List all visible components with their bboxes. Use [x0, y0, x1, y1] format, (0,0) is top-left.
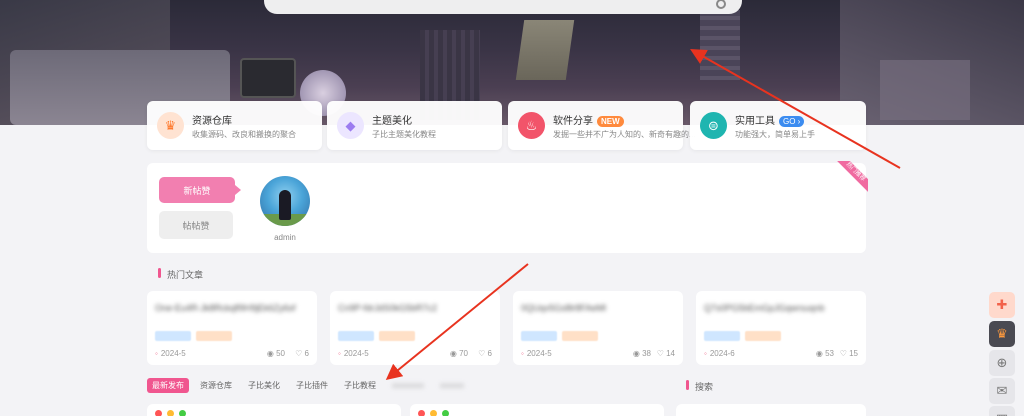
article-title[interactable]: 0QUqv5Gs8lr8FAeMl: [521, 303, 606, 313]
hero-decoration: [240, 58, 296, 98]
article-tag[interactable]: [562, 331, 598, 341]
post-card[interactable]: [410, 404, 664, 416]
gift-icon[interactable]: ✚: [989, 292, 1015, 318]
flame-icon: ♨: [518, 112, 545, 139]
tab-plugins[interactable]: 子比插件: [291, 378, 333, 393]
user-panel: 新帖赞 帖帖赞 admin 热门推荐: [147, 161, 868, 253]
category-desc: 子比主题美化教程: [372, 130, 436, 139]
category-title: 主题美化: [372, 116, 412, 127]
article-title[interactable]: Cn9P-fdrJdS0kG5bR7c2: [338, 303, 437, 313]
post-card[interactable]: [147, 404, 401, 416]
article-tag[interactable]: [521, 331, 557, 341]
article-tag[interactable]: [745, 331, 781, 341]
article-card[interactable]: One-Eu4R-Jk8Rckqfl9H9jEk6Zy6sf 2024-5 ◉ …: [147, 291, 317, 365]
article-date: 2024-6: [704, 349, 735, 358]
article-tag[interactable]: [379, 331, 415, 341]
article-likes: ♡ 6: [478, 349, 492, 358]
article-date: 2024-5: [155, 349, 186, 358]
crown-icon[interactable]: ♛: [989, 321, 1015, 347]
post-tabs: 最新发布 资源仓库 子比美化 子比插件 子比教程 xxxxxxxx xxxxxx: [147, 377, 469, 393]
article-views: ◉ 53: [815, 349, 834, 358]
category-card-software[interactable]: ♨ 软件分享 NEW 发掘一些并不广为人知的、新奇有趣的...: [508, 101, 696, 150]
go-badge[interactable]: GO ›: [779, 116, 805, 127]
gem-icon: ◆: [337, 112, 364, 139]
category-desc: 功能强大，简单易上手: [735, 130, 815, 139]
search-widget[interactable]: [676, 404, 866, 416]
category-card-theme[interactable]: ◆ 主题美化 子比主题美化教程: [327, 101, 502, 150]
new-badge: NEW: [597, 116, 624, 127]
category-card-tools[interactable]: ⊜ 实用工具 GO › 功能强大，简单易上手: [690, 101, 866, 150]
article-card[interactable]: Q7s0PG5bEmGpJGqwrsuqnb 2024-6 ◉ 53 ♡ 15: [696, 291, 866, 365]
section-title-hot: 热门文章: [157, 268, 204, 280]
article-likes: ♡ 6: [295, 349, 309, 358]
article-date: 2024-5: [338, 349, 369, 358]
category-title: 软件分享 NEW: [553, 112, 624, 127]
tab-blurred[interactable]: xxxxxx: [435, 379, 469, 392]
avatar[interactable]: [260, 176, 310, 226]
article-tag[interactable]: [704, 331, 740, 341]
article-title[interactable]: Q7s0PG5bEmGpJGqwrsuqnb: [704, 303, 825, 313]
window-dots: [155, 410, 186, 416]
add-icon[interactable]: ⊕: [989, 350, 1015, 376]
tab-latest[interactable]: 最新发布: [147, 377, 189, 393]
hero-decoration: [880, 60, 970, 120]
username[interactable]: admin: [260, 233, 310, 242]
hero-decoration: [515, 20, 575, 80]
tab-resources[interactable]: 资源仓库: [195, 378, 237, 393]
search-icon[interactable]: [716, 0, 726, 9]
article-likes: ♡ 14: [656, 349, 675, 358]
article-views: ◉ 38: [632, 349, 651, 358]
window-dots: [418, 410, 449, 416]
hero-decoration: [700, 10, 740, 80]
category-card-resources[interactable]: ♛ 资源仓库 收集源码、改良和搬换的聚合: [147, 101, 322, 150]
article-tag[interactable]: [155, 331, 191, 341]
category-desc: 收集源码、改良和搬换的聚合: [192, 130, 296, 139]
grid-icon[interactable]: ▦: [989, 406, 1015, 416]
tab-new-likes[interactable]: 新帖赞: [159, 177, 241, 203]
tool-icon: ⊜: [700, 112, 727, 139]
article-views: ◉ 70: [449, 349, 468, 358]
category-title: 资源仓库: [192, 116, 232, 127]
tab-old-likes[interactable]: 帖帖赞: [159, 211, 233, 239]
wechat-icon[interactable]: ✉: [989, 378, 1015, 404]
article-title[interactable]: One-Eu4R-Jk8Rckqfl9H9jEk6Zy6sf: [155, 303, 296, 313]
article-likes: ♡ 15: [839, 349, 858, 358]
article-card[interactable]: Cn9P-fdrJdS0kG5bR7c2 2024-5 ◉ 70 ♡ 6: [330, 291, 500, 365]
section-title-search: 搜索: [685, 380, 714, 392]
article-views: ◉ 50: [266, 349, 285, 358]
tab-beautify[interactable]: 子比美化: [243, 378, 285, 393]
search-bar[interactable]: [264, 0, 742, 14]
tab-blurred[interactable]: xxxxxxxx: [387, 379, 429, 392]
article-tag[interactable]: [338, 331, 374, 341]
category-desc: 发掘一些并不广为人知的、新奇有趣的...: [553, 130, 696, 139]
crown-icon: ♛: [157, 112, 184, 139]
article-tag[interactable]: [196, 331, 232, 341]
corner-ribbon: 热门推荐: [834, 161, 868, 195]
category-title: 实用工具 GO ›: [735, 112, 805, 127]
tab-tutorials[interactable]: 子比教程: [339, 378, 381, 393]
article-card[interactable]: 0QUqv5Gs8lr8FAeMl 2024-5 ◉ 38 ♡ 14: [513, 291, 683, 365]
article-date: 2024-5: [521, 349, 552, 358]
